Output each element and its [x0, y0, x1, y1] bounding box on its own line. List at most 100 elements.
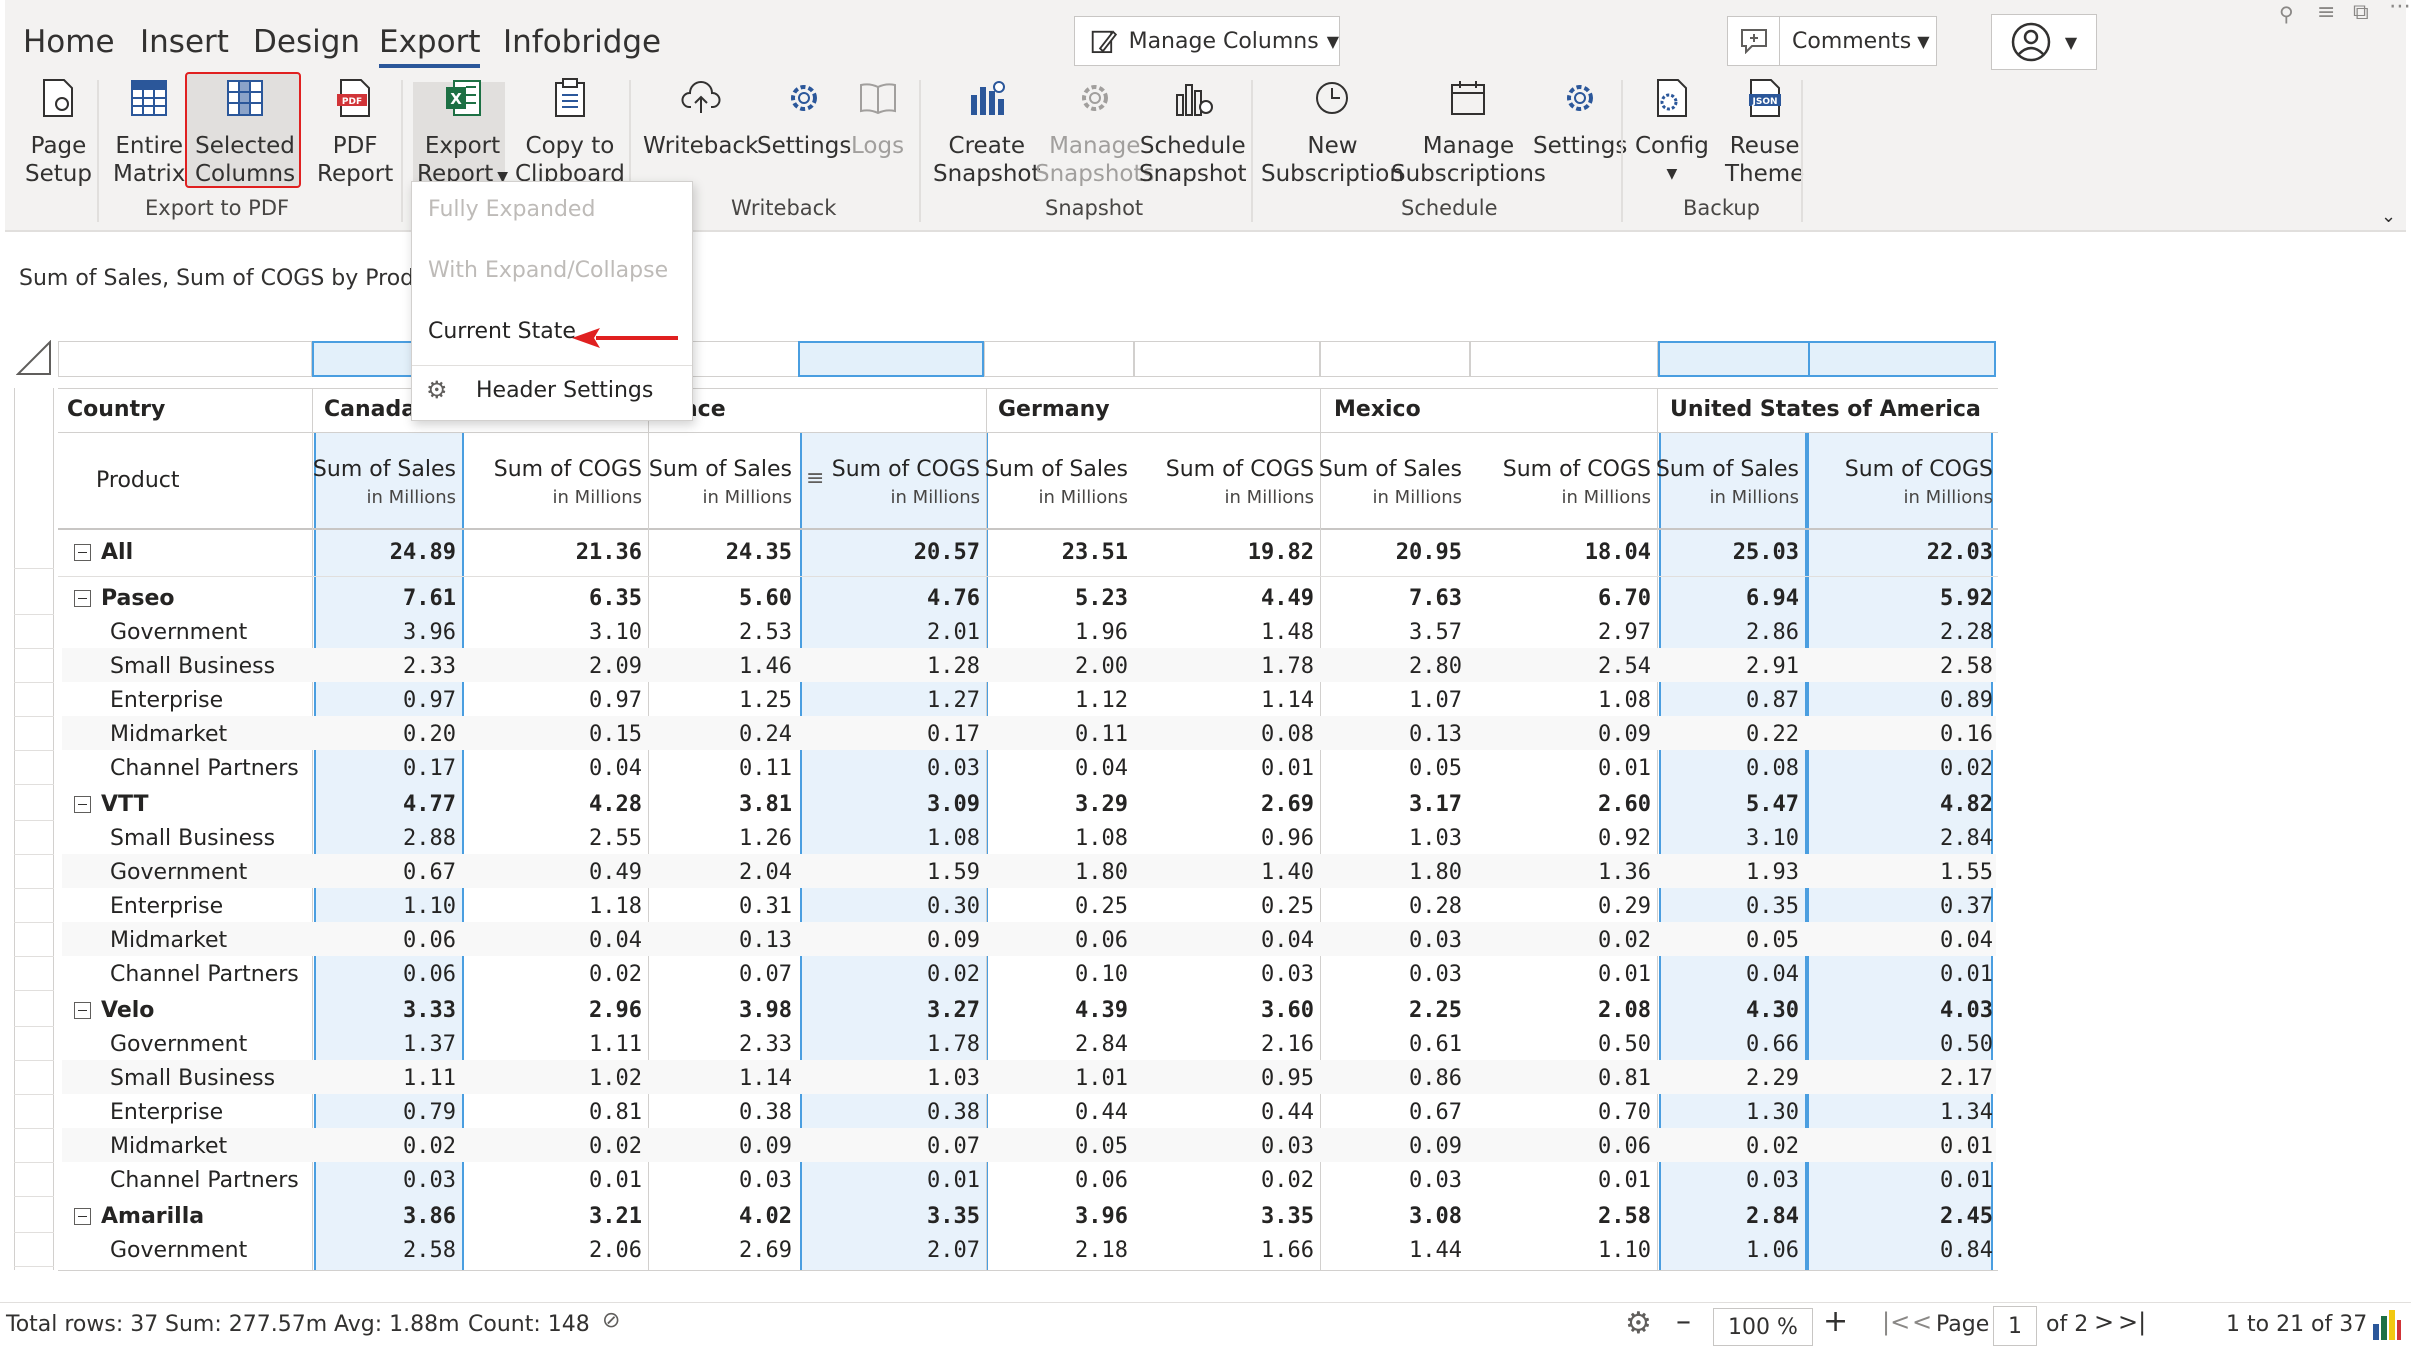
value-cell[interactable]: 3.60 [1174, 998, 1314, 1023]
value-cell[interactable]: 0.97 [502, 688, 642, 713]
value-cell[interactable]: 1.06 [1659, 1238, 1799, 1263]
measure-header[interactable]: Sum of Sales [256, 456, 456, 484]
value-cell[interactable]: 0.03 [1174, 1134, 1314, 1159]
value-cell[interactable]: 1.27 [840, 688, 980, 713]
pdf-report-button[interactable]: PDF PDF Report [317, 78, 393, 188]
value-cell[interactable]: 2.07 [840, 1238, 980, 1263]
value-cell[interactable]: 0.01 [1511, 756, 1651, 781]
value-cell[interactable]: 3.35 [1174, 1204, 1314, 1229]
value-cell[interactable]: 0.01 [1174, 756, 1314, 781]
value-cell[interactable]: 2.33 [652, 1032, 792, 1057]
value-cell[interactable]: 0.03 [840, 756, 980, 781]
value-cell[interactable]: 0.04 [502, 928, 642, 953]
value-cell[interactable]: 2.55 [502, 826, 642, 851]
value-cell[interactable]: 22.03 [1853, 540, 1993, 565]
value-cell[interactable]: 0.03 [652, 1168, 792, 1193]
value-cell[interactable]: 0.50 [1853, 1032, 1993, 1057]
value-cell[interactable]: 19.82 [1174, 540, 1314, 565]
value-cell[interactable]: 4.76 [840, 586, 980, 611]
value-cell[interactable]: 20.57 [840, 540, 980, 565]
value-cell[interactable]: 0.02 [316, 1134, 456, 1159]
value-cell[interactable]: 0.11 [652, 756, 792, 781]
value-cell[interactable]: 0.10 [988, 962, 1128, 987]
value-cell[interactable]: 0.79 [316, 1100, 456, 1125]
value-cell[interactable]: 0.38 [840, 1100, 980, 1125]
value-cell[interactable]: 0.96 [1174, 826, 1314, 851]
value-cell[interactable]: 1.25 [652, 688, 792, 713]
value-cell[interactable]: 2.53 [652, 620, 792, 645]
value-cell[interactable]: 0.01 [1853, 962, 1993, 987]
reuse-theme-button[interactable]: JSON Reuse Theme [1725, 78, 1804, 188]
next-page-icon[interactable]: > [2094, 1308, 2114, 1336]
value-cell[interactable]: 0.44 [988, 1100, 1128, 1125]
zoom-input[interactable]: 100 % [1713, 1308, 1813, 1346]
value-cell[interactable]: 1.03 [840, 1066, 980, 1091]
value-cell[interactable]: 0.02 [1174, 1168, 1314, 1193]
first-page-icon[interactable]: |< [1882, 1308, 1910, 1336]
value-cell[interactable]: 0.03 [1322, 1168, 1462, 1193]
value-cell[interactable]: 2.60 [1511, 792, 1651, 817]
value-cell[interactable]: 0.02 [1511, 928, 1651, 953]
country-group-header[interactable]: Mexico [1334, 397, 1421, 422]
value-cell[interactable]: 1.34 [1853, 1100, 1993, 1125]
value-cell[interactable]: 0.06 [316, 962, 456, 987]
value-cell[interactable]: 1.07 [1322, 688, 1462, 713]
value-cell[interactable]: 0.09 [1511, 722, 1651, 747]
value-cell[interactable]: 5.92 [1853, 586, 1993, 611]
value-cell[interactable]: 0.49 [502, 860, 642, 885]
value-cell[interactable]: 1.78 [840, 1032, 980, 1057]
value-cell[interactable]: 2.29 [1659, 1066, 1799, 1091]
value-cell[interactable]: 0.25 [1174, 894, 1314, 919]
value-cell[interactable]: 2.01 [840, 620, 980, 645]
value-cell[interactable]: 0.01 [502, 1168, 642, 1193]
value-cell[interactable]: 1.08 [988, 826, 1128, 851]
value-cell[interactable]: 1.26 [652, 826, 792, 851]
comments-button[interactable]: Comments ▼ [1727, 16, 1937, 66]
value-cell[interactable]: 3.17 [1322, 792, 1462, 817]
value-cell[interactable]: 1.08 [840, 826, 980, 851]
value-cell[interactable]: 1.08 [1511, 688, 1651, 713]
menu-item-fully-expanded[interactable]: Fully Expanded [428, 197, 595, 222]
collapse-toggle[interactable] [74, 1002, 91, 1019]
manage-columns-button[interactable]: Manage Columns ▼ [1074, 16, 1340, 66]
schedule-snapshot-button[interactable]: Schedule Snapshot [1139, 78, 1247, 188]
value-cell[interactable]: 0.37 [1853, 894, 1993, 919]
value-cell[interactable]: 0.22 [1659, 722, 1799, 747]
value-cell[interactable]: 1.28 [840, 654, 980, 679]
column-selector[interactable] [984, 341, 1134, 377]
value-cell[interactable]: 6.94 [1659, 586, 1799, 611]
value-cell[interactable]: 0.11 [988, 722, 1128, 747]
value-cell[interactable]: 0.01 [840, 1168, 980, 1193]
collapse-toggle[interactable] [74, 544, 91, 561]
value-cell[interactable]: 7.63 [1322, 586, 1462, 611]
value-cell[interactable]: 0.02 [1659, 1134, 1799, 1159]
writeback-settings-button[interactable]: Settings [757, 78, 851, 160]
value-cell[interactable]: 1.03 [1322, 826, 1462, 851]
value-cell[interactable]: 2.86 [1659, 620, 1799, 645]
value-cell[interactable]: 0.06 [988, 928, 1128, 953]
logs-button[interactable]: Logs [851, 78, 904, 160]
value-cell[interactable]: 0.03 [316, 1168, 456, 1193]
profile-button[interactable]: ▼ [1991, 14, 2097, 70]
value-cell[interactable]: 25.03 [1659, 540, 1799, 565]
value-cell[interactable]: 0.15 [502, 722, 642, 747]
value-cell[interactable]: 18.04 [1511, 540, 1651, 565]
value-cell[interactable]: 0.05 [1322, 756, 1462, 781]
value-cell[interactable]: 1.59 [840, 860, 980, 885]
value-cell[interactable]: 0.95 [1174, 1066, 1314, 1091]
column-selector[interactable] [1320, 341, 1470, 377]
value-cell[interactable]: 0.84 [1853, 1238, 1993, 1263]
value-cell[interactable]: 0.06 [988, 1168, 1128, 1193]
value-cell[interactable]: 0.05 [988, 1134, 1128, 1159]
value-cell[interactable]: 1.66 [1174, 1238, 1314, 1263]
menu-item-with-expand-collapse[interactable]: With Expand/Collapse [428, 258, 668, 283]
zoom-in-button[interactable]: + [1823, 1304, 1848, 1339]
value-cell[interactable]: 5.60 [652, 586, 792, 611]
selected-columns-button[interactable]: Selected Columns [195, 78, 295, 188]
value-cell[interactable]: 0.05 [1659, 928, 1799, 953]
value-cell[interactable]: 2.00 [988, 654, 1128, 679]
value-cell[interactable]: 0.20 [316, 722, 456, 747]
value-cell[interactable]: 0.03 [1322, 962, 1462, 987]
value-cell[interactable]: 2.04 [652, 860, 792, 885]
tab-design[interactable]: Design [253, 24, 360, 60]
